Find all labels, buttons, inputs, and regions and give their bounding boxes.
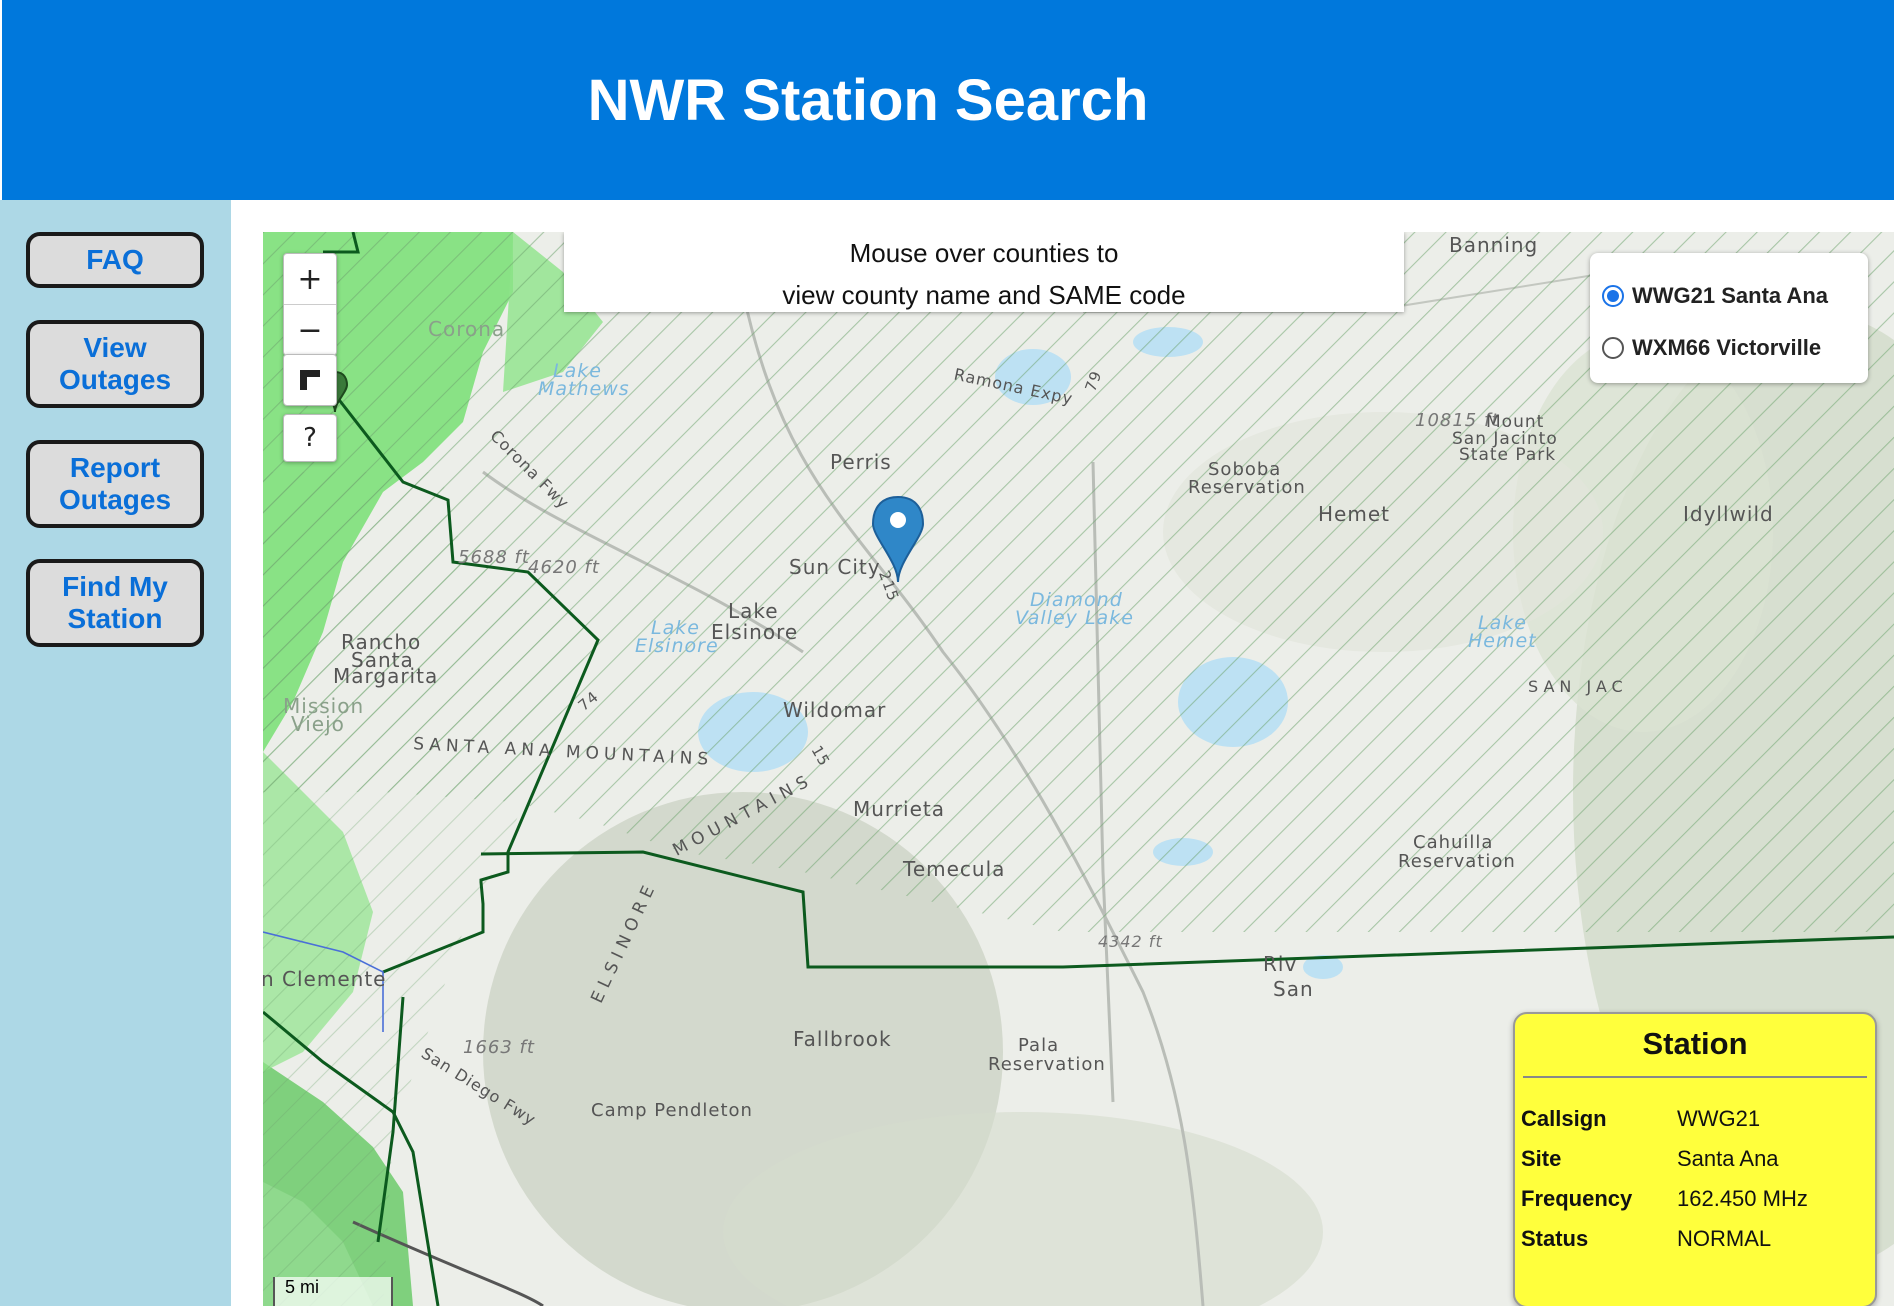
info-line-1: Mouse over counties to — [849, 238, 1119, 268]
place-label: Sun City — [789, 555, 881, 579]
place-label: Reservation — [1188, 477, 1306, 498]
place-label: Hemet — [1318, 502, 1390, 526]
zoom-out-button[interactable]: − — [284, 305, 336, 355]
help-button[interactable]: ? — [284, 415, 336, 461]
map-view[interactable]: Banning Corona Perris Sun City Hemet Idy… — [263, 232, 1894, 1306]
find-my-station-button[interactable]: Find My Station — [26, 559, 204, 647]
page-title: NWR Station Search — [587, 67, 1149, 133]
station-selector: WWG21 Santa Ana WXM66 Victorville — [1590, 253, 1868, 383]
station-option-label: WXM66 Victorville — [1632, 335, 1822, 360]
water-label: Hemet — [1468, 630, 1537, 652]
view-outages-button[interactable]: View Outages — [26, 320, 204, 408]
elevation-label: 5688 ft — [458, 547, 530, 568]
home-extent-icon — [300, 370, 320, 390]
sidebar: FAQ View Outages Report Outages Find My … — [0, 200, 231, 1306]
elevation-label: 1663 ft — [463, 1037, 535, 1058]
radio-unselected-icon[interactable] — [1602, 337, 1624, 359]
extent-button[interactable] — [283, 354, 337, 406]
radio-selected-icon[interactable] — [1602, 285, 1624, 307]
place-label: Reservation — [988, 1054, 1106, 1075]
station-row-site: Site Santa Ana — [1521, 1144, 1779, 1174]
divider — [1523, 1076, 1867, 1078]
place-label: Reservation — [1398, 851, 1516, 872]
station-option-label: WWG21 Santa Ana — [1632, 283, 1828, 308]
place-label: Viejo — [291, 712, 345, 736]
row-value: NORMAL — [1677, 1226, 1772, 1251]
row-value: Santa Ana — [1677, 1146, 1779, 1171]
place-label: Pala — [1018, 1035, 1060, 1056]
place-label: Riv — [1263, 952, 1298, 976]
row-value: 162.450 MHz — [1677, 1186, 1808, 1211]
place-label: Cahuilla — [1413, 832, 1494, 853]
row-value: WWG21 — [1677, 1106, 1761, 1131]
station-row-frequency: Frequency 162.450 MHz — [1521, 1184, 1808, 1214]
elevation-label: 4620 ft — [528, 557, 600, 578]
app-header: NWR Station Search — [2, 0, 1894, 200]
place-label: Camp Pendleton — [591, 1100, 753, 1121]
zoom-in-button[interactable]: + — [284, 254, 336, 305]
station-option-wwg21[interactable]: WWG21 Santa Ana — [1602, 283, 1828, 309]
help-control: ? — [283, 414, 337, 462]
info-line-2: view county name and SAME code — [782, 280, 1186, 310]
water-label: Elsinore — [635, 635, 719, 657]
place-label: Elsinore — [711, 620, 799, 644]
place-label: Corona — [428, 317, 506, 341]
station-info-card: Station Callsign WWG21 Site Santa Ana Freq… — [1513, 1012, 1877, 1306]
station-row-status: Status NORMAL — [1521, 1224, 1771, 1254]
elevation-label: 4342 ft — [1098, 932, 1163, 951]
station-option-wxm66[interactable]: WXM66 Victorville — [1602, 335, 1821, 361]
station-card-title: Station — [1642, 1026, 1748, 1061]
place-label: Murrieta — [853, 797, 945, 821]
station-row-callsign: Callsign WWG21 — [1521, 1104, 1760, 1134]
place-label: Margarita — [333, 664, 439, 688]
county-info-box: Mouse over counties to view county name … — [564, 232, 1404, 312]
place-label: n Clemente — [263, 967, 387, 991]
place-label: Perris — [830, 450, 892, 474]
row-key: Frequency — [1521, 1186, 1633, 1211]
zoom-control: + − — [283, 253, 337, 356]
row-key: Site — [1521, 1146, 1562, 1171]
place-label: San — [1273, 977, 1314, 1001]
row-key: Callsign — [1521, 1106, 1607, 1131]
scale-bar: 5 mi — [273, 1277, 393, 1306]
place-label: State Park — [1459, 445, 1557, 465]
place-label: Wildomar — [783, 698, 887, 722]
water-label: Valley Lake — [1015, 607, 1134, 629]
water-label: Mathews — [538, 378, 630, 400]
row-key: Status — [1521, 1226, 1589, 1251]
place-label: Temecula — [903, 857, 1006, 881]
place-label: Idyllwild — [1683, 502, 1774, 526]
place-label: Banning — [1449, 233, 1539, 257]
place-label: SAN JAC — [1528, 677, 1628, 696]
report-outages-button[interactable]: Report Outages — [26, 440, 204, 528]
faq-button[interactable]: FAQ — [26, 232, 204, 288]
place-label: Fallbrook — [793, 1027, 892, 1051]
